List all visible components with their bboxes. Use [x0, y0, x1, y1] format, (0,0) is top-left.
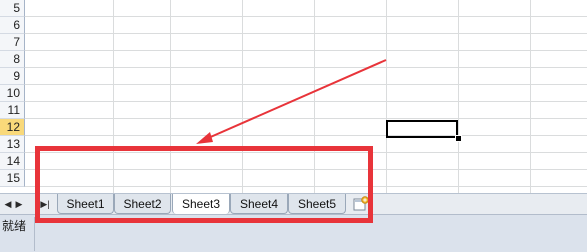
row-7[interactable]: 7: [0, 34, 587, 51]
row-10[interactable]: 10: [0, 85, 587, 102]
row-5[interactable]: 5: [0, 0, 587, 17]
active-cell-selection[interactable]: [386, 120, 458, 138]
status-ready-text: 就绪: [2, 219, 27, 233]
worksheet-grid[interactable]: 5 6 7 8 9 10 11 12 13 14 15: [0, 0, 587, 193]
sheet-tab-5[interactable]: Sheet5: [288, 194, 346, 214]
tab-nav-last-icon[interactable]: ▶|: [38, 197, 52, 211]
tab-nav-prev-icon[interactable]: ◀: [3, 197, 13, 211]
status-divider: [34, 217, 35, 251]
row-6[interactable]: 6: [0, 17, 587, 34]
row-12[interactable]: 12: [0, 119, 587, 136]
fill-handle[interactable]: [455, 135, 462, 142]
sheet-tab-bar: ◀ ▶ ▶| Sheet1 Sheet2 Sheet3 Sheet4 Sheet…: [0, 193, 587, 214]
sheet-tab-4[interactable]: Sheet4: [230, 194, 288, 214]
row-15[interactable]: 15: [0, 170, 587, 187]
row-11[interactable]: 11: [0, 102, 587, 119]
row-9[interactable]: 9: [0, 68, 587, 85]
insert-sheet-icon[interactable]: [352, 196, 370, 212]
tab-nav-next-icon[interactable]: ▶: [14, 197, 24, 211]
row-header[interactable]: 13: [0, 136, 25, 153]
row-header[interactable]: 6: [0, 17, 25, 34]
row-header[interactable]: 9: [0, 68, 25, 85]
row-header[interactable]: 11: [0, 102, 25, 119]
row-header[interactable]: 8: [0, 51, 25, 68]
row-14[interactable]: 14: [0, 153, 587, 170]
row-13[interactable]: 13: [0, 136, 587, 153]
status-bar: 就绪: [0, 214, 587, 252]
row-header-active[interactable]: 12: [0, 119, 25, 136]
sheet-tab-1[interactable]: Sheet1: [57, 194, 114, 214]
row-header[interactable]: 15: [0, 170, 25, 187]
sheet-tab-2[interactable]: Sheet2: [114, 194, 171, 214]
row-header[interactable]: 14: [0, 153, 25, 170]
row-header[interactable]: 10: [0, 85, 25, 102]
row-header[interactable]: 7: [0, 34, 25, 51]
sheet-tab-3-active[interactable]: Sheet3: [172, 194, 230, 214]
row-8[interactable]: 8: [0, 51, 587, 68]
row-header[interactable]: 5: [0, 0, 25, 17]
